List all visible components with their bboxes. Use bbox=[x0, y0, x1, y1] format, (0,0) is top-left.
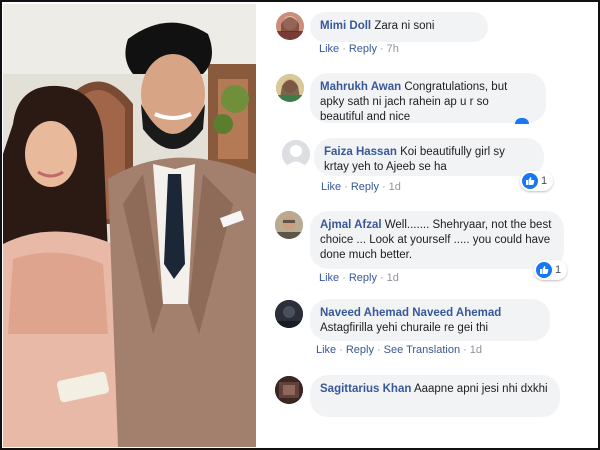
comment-text: Astagfirilla yehi churaile re gei thi bbox=[320, 322, 489, 334]
comment-bubble: Sagittarius Khan Aaapne apni jesi nhi dx… bbox=[310, 375, 560, 417]
avatar[interactable] bbox=[275, 211, 303, 239]
reply-link[interactable]: Reply bbox=[349, 43, 377, 55]
comment-time[interactable]: 1d bbox=[470, 344, 482, 356]
comment-time[interactable]: 1d bbox=[387, 272, 399, 284]
like-link[interactable]: Like bbox=[319, 272, 339, 284]
comment-actions: Like · Reply · 7h bbox=[319, 43, 399, 55]
reply-link[interactable]: Reply bbox=[346, 344, 374, 356]
comment-actions: Like · Reply · 1d bbox=[321, 181, 401, 193]
screenshot-frame: Mimi Doll Zara ni soni Like · Reply · 7h Mah… bbox=[0, 0, 600, 450]
comment-bubble: Mimi Doll Zara ni soni bbox=[310, 12, 488, 42]
comment-text: Aaapne apni jesi nhi dxkhi bbox=[413, 383, 548, 395]
comment-bubble: Mahrukh Awan Congratulations, but apky s… bbox=[310, 73, 546, 123]
like-link[interactable]: Like bbox=[321, 181, 341, 193]
thumbs-up-icon bbox=[522, 173, 538, 189]
reply-link[interactable]: Reply bbox=[351, 181, 379, 193]
thumbs-up-icon bbox=[536, 262, 552, 278]
avatar[interactable] bbox=[276, 74, 304, 102]
like-reaction-icon bbox=[515, 118, 529, 124]
comment-actions: Like · Reply · See Translation · 1d bbox=[316, 344, 483, 356]
comment-bubble: Faiza Hassan Koi beautifully girl sy krt… bbox=[314, 138, 544, 176]
avatar[interactable] bbox=[275, 376, 303, 404]
see-translation-link[interactable]: See Translation bbox=[384, 344, 460, 356]
commenter-name[interactable]: Sagittarius Khan bbox=[320, 383, 411, 395]
comment-bubble: Ajmal Afzal Well....... Shehryaar, not t… bbox=[310, 211, 564, 269]
reaction-count[interactable]: 1 bbox=[534, 260, 568, 280]
avatar[interactable] bbox=[275, 300, 303, 328]
commenter-name[interactable]: Naveed Ahemad Naveed Ahemad bbox=[320, 306, 538, 321]
comment-time[interactable]: 7h bbox=[387, 43, 399, 55]
reaction-count-value: 1 bbox=[555, 264, 562, 276]
commenter-name[interactable]: Mimi Doll bbox=[320, 20, 371, 32]
commenter-name[interactable]: Ajmal Afzal bbox=[320, 219, 382, 231]
couple-photo bbox=[3, 4, 256, 447]
avatar[interactable] bbox=[276, 12, 304, 40]
comment-time[interactable]: 1d bbox=[389, 181, 401, 193]
commenter-name[interactable]: Faiza Hassan bbox=[324, 146, 397, 158]
comment-actions: Like · Reply · 1d bbox=[319, 272, 399, 284]
comment-bubble: Naveed Ahemad Naveed Ahemad Astagfirilla… bbox=[310, 299, 550, 341]
couple-photo-illustration bbox=[3, 4, 256, 447]
like-link[interactable]: Like bbox=[316, 344, 336, 356]
comments-panel: Mimi Doll Zara ni soni Like · Reply · 7h Mah… bbox=[258, 0, 600, 450]
avatar[interactable] bbox=[282, 140, 310, 168]
like-link[interactable]: Like bbox=[319, 43, 339, 55]
reply-link[interactable]: Reply bbox=[349, 272, 377, 284]
reaction-count[interactable]: 1 bbox=[520, 171, 554, 191]
comment-text: Zara ni soni bbox=[374, 20, 435, 32]
reaction-count-value: 1 bbox=[541, 175, 548, 187]
commenter-name[interactable]: Mahrukh Awan bbox=[320, 81, 401, 93]
